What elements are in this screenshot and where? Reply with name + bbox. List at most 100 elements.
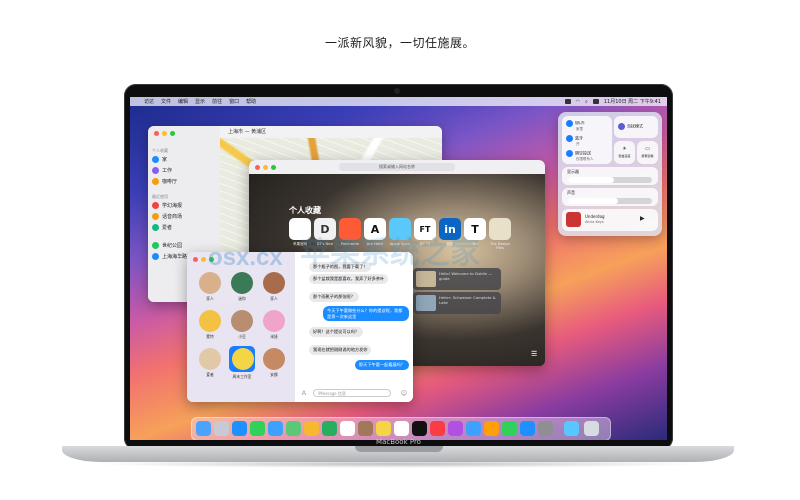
maps-item-recent-1[interactable]: 学幻海报: [152, 202, 182, 209]
bluetooth-toggle[interactable]: 蓝牙开: [566, 135, 583, 147]
briefcase-icon: [152, 167, 159, 174]
app-store-icon[interactable]: [520, 421, 535, 436]
message-bubble: 我现在就把刚刚说的地方发你: [309, 345, 372, 355]
display-module: 显示器: [562, 167, 658, 185]
menu-window[interactable]: 窗口: [229, 98, 239, 105]
contact-name: 家人: [270, 296, 278, 301]
avatar[interactable]: [199, 272, 221, 294]
window-controls: [255, 165, 276, 170]
downloads-folder-icon[interactable]: [564, 421, 579, 436]
contact-name: 迷你: [238, 296, 246, 301]
contacts-icon[interactable]: [358, 421, 373, 436]
maps-item-home[interactable]: 家: [152, 156, 167, 163]
keyboard-brightness-button[interactable]: ☀ 键盘亮度: [614, 141, 635, 164]
minimize-button[interactable]: [201, 257, 206, 262]
keynote-icon[interactable]: [502, 421, 517, 436]
slider-fill: [568, 177, 615, 183]
notes-icon[interactable]: [376, 421, 391, 436]
contact-name: 蒙特: [206, 334, 214, 339]
menu-help[interactable]: 帮助: [246, 98, 256, 105]
menu-file[interactable]: 文件: [161, 98, 171, 105]
pin-icon: [152, 202, 159, 209]
airdrop-icon: [566, 150, 573, 157]
maps-item-recent-2[interactable]: 话音商场: [152, 213, 182, 220]
maps-item-work[interactable]: 工作: [152, 167, 172, 174]
numbers-icon[interactable]: [466, 421, 481, 436]
base-notch: [355, 446, 443, 452]
avatar[interactable]: [199, 348, 221, 370]
sound-module: 声音: [562, 188, 658, 206]
avatar[interactable]: [263, 348, 285, 370]
mail-icon[interactable]: [268, 421, 283, 436]
close-button[interactable]: [193, 257, 198, 262]
battery-icon[interactable]: [564, 99, 571, 104]
menu-edit[interactable]: 编辑: [178, 98, 188, 105]
watermark-site: osx.cx: [208, 244, 283, 271]
avatar[interactable]: [231, 310, 253, 332]
pin-icon: [152, 213, 159, 220]
avatar[interactable]: [231, 272, 253, 294]
close-button[interactable]: [255, 165, 260, 170]
reminders-icon[interactable]: [394, 421, 409, 436]
control-centre-icon[interactable]: [592, 99, 599, 104]
focus-toggle[interactable]: 勿扰模式: [614, 116, 658, 138]
calendar-icon[interactable]: [340, 421, 355, 436]
maps-item-recent-4[interactable]: 世纪公园: [152, 242, 182, 249]
play-icon[interactable]: ▶: [640, 215, 645, 222]
address-bar[interactable]: 搜索或输入网站名称: [339, 163, 455, 171]
zoom-button[interactable]: [170, 131, 175, 136]
music-icon[interactable]: [430, 421, 445, 436]
avatar[interactable]: [199, 310, 221, 332]
contact-name: 家人: [206, 296, 214, 301]
customize-icon[interactable]: ☰: [531, 350, 537, 358]
safari-icon[interactable]: [232, 421, 247, 436]
minimize-button[interactable]: [263, 165, 268, 170]
emoji-icon[interactable]: ☺: [401, 390, 407, 397]
favorite-design-files[interactable]: The Design Files: [489, 218, 511, 250]
trash-icon[interactable]: [584, 421, 599, 436]
maps-item-recent-5[interactable]: 上海海华路: [152, 253, 187, 260]
message-bubble: 好啊！这个提议可以吗？: [309, 327, 364, 337]
message-bubble: 那天下午要一起看展吗？: [354, 360, 409, 370]
app-store-icon[interactable]: Ａ: [301, 388, 307, 397]
system-preferences-icon[interactable]: [538, 421, 553, 436]
avatar[interactable]: [263, 272, 285, 294]
pages-icon[interactable]: [484, 421, 499, 436]
messages-icon[interactable]: [250, 421, 265, 436]
screen-mirroring-button[interactable]: ▭ 屏幕镜像: [637, 141, 658, 164]
maps-item-cafe[interactable]: 咖啡厅: [152, 178, 177, 185]
search-icon[interactable]: ⌕: [585, 99, 588, 105]
minimize-button[interactable]: [162, 131, 167, 136]
card-thumbnail: [416, 295, 436, 311]
message-input[interactable]: iMessage 信息: [313, 389, 391, 397]
finder-icon[interactable]: [196, 421, 211, 436]
close-button[interactable]: [154, 131, 159, 136]
cup-icon: [152, 178, 159, 185]
display-brightness-slider[interactable]: [568, 177, 652, 183]
zoom-button[interactable]: [271, 165, 276, 170]
slider-fill: [568, 198, 619, 204]
menu-finder[interactable]: 访达: [144, 98, 154, 105]
volume-slider[interactable]: [568, 198, 652, 204]
mirror-icon: ▭: [645, 146, 650, 152]
avatar[interactable]: [263, 310, 285, 332]
menubar-clock[interactable]: 11月10日 周二 下午9:41: [604, 98, 661, 105]
contact-name: 米娅: [270, 334, 278, 339]
maps-icon[interactable]: [286, 421, 301, 436]
airdrop-toggle[interactable]: 隔空投送 仅限联系人: [566, 150, 594, 162]
menu-view[interactable]: 显示: [195, 98, 205, 105]
wifi-icon[interactable]: ◠: [576, 99, 580, 105]
podcasts-icon[interactable]: [448, 421, 463, 436]
wifi-toggle[interactable]: Wi-Fi 家里: [566, 120, 585, 132]
reading-card-2[interactable]: Heller: Schweizer Complete & Lake: [413, 292, 501, 314]
messages-window[interactable]: 家人 迷你 家人 蒙特 小豆 米娅 爱者 周末工作室 安娜 那个瓶子的图，我要下…: [187, 252, 413, 402]
maps-item-recent-3[interactable]: 爱者: [152, 224, 172, 231]
facetime-icon[interactable]: [322, 421, 337, 436]
launchpad-icon[interactable]: [214, 421, 229, 436]
moon-icon: [618, 123, 625, 130]
photos-icon[interactable]: [304, 421, 319, 436]
apple-tv-icon[interactable]: [412, 421, 427, 436]
conversation-pane: 那个瓶子的图，我要下载了！ 那个盆栽我是超喜欢，我弄了好多茶叶 那个雨靴子的那张…: [295, 252, 413, 402]
menu-go[interactable]: 前往: [212, 98, 222, 105]
track-title: Underdog: [585, 214, 605, 219]
